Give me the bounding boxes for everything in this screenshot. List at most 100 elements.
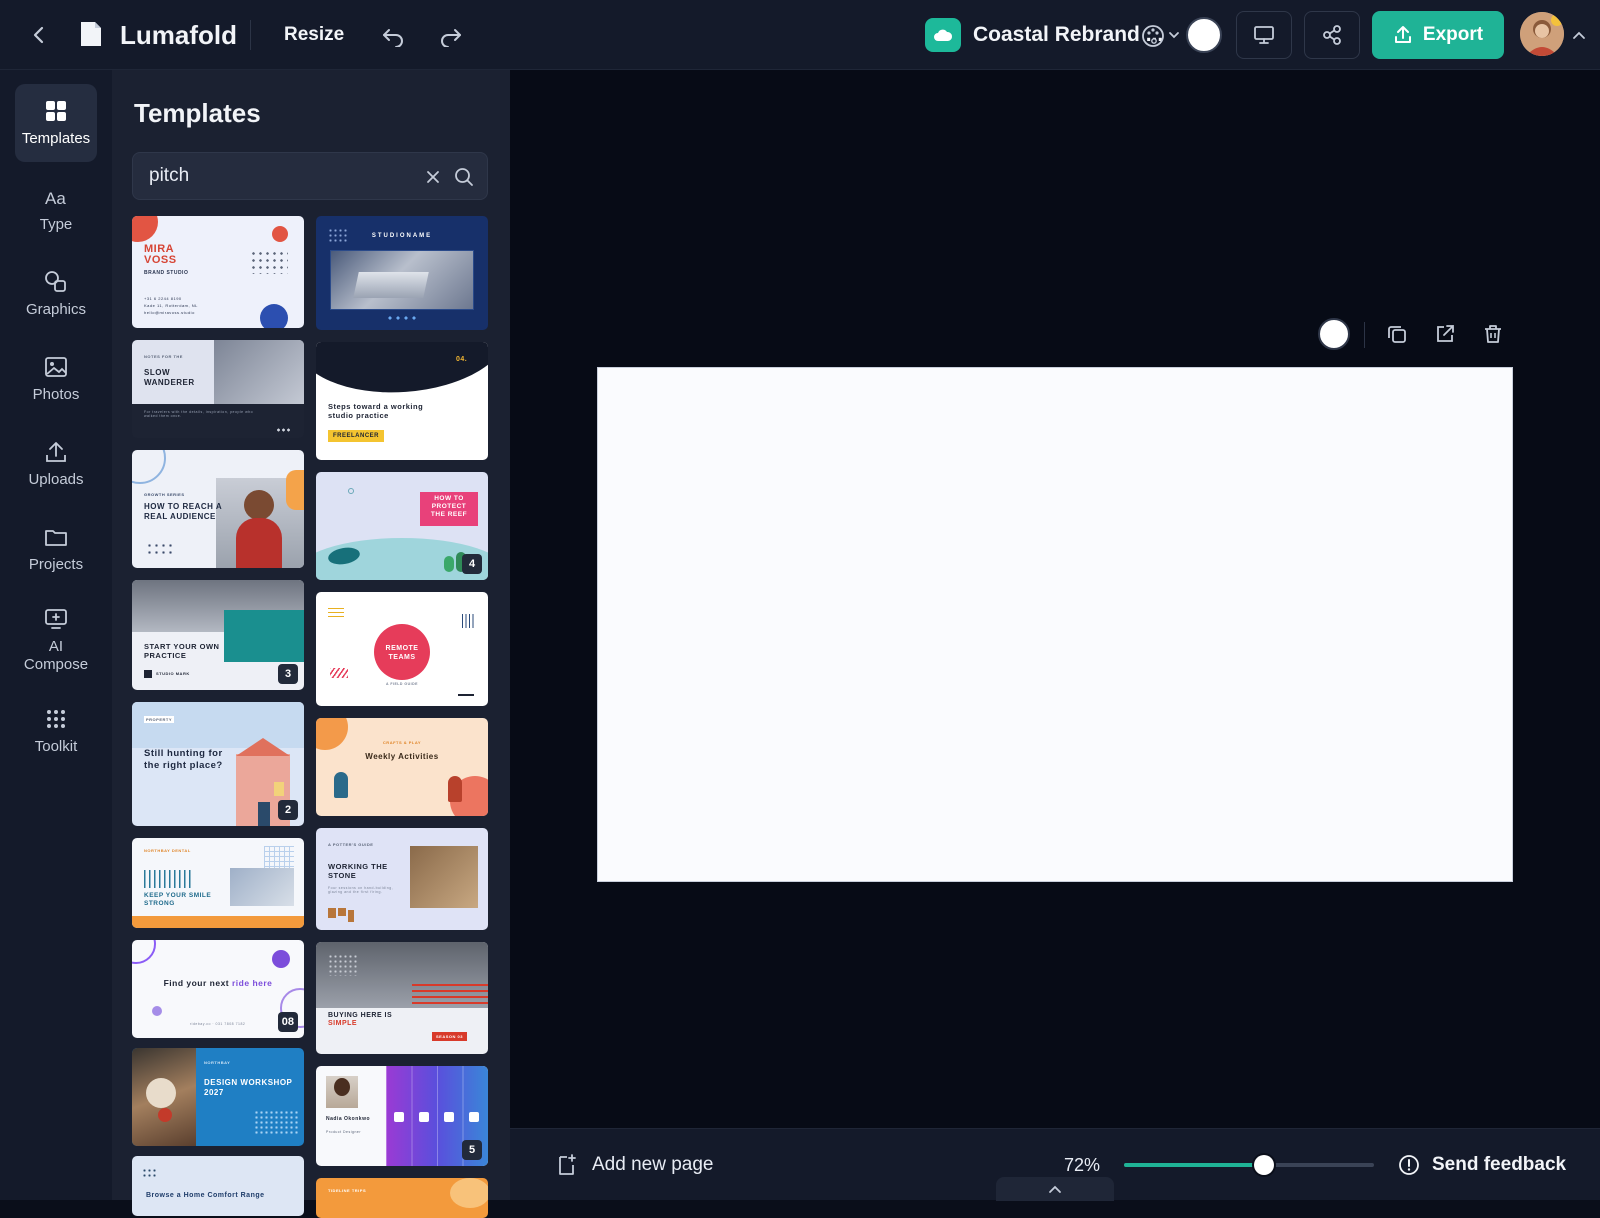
template-kicker: NORTHBAY DENTAL — [144, 848, 191, 853]
template-title: BUYING HERE IS — [328, 1012, 393, 1019]
back-icon[interactable] — [22, 18, 56, 52]
zoom-slider[interactable] — [1124, 1155, 1374, 1175]
sidebar-item-ai-compose[interactable]: AI Compose — [15, 594, 97, 686]
export-button[interactable]: Export — [1372, 11, 1504, 59]
template-card[interactable]: A POTTER'S GUIDE WORKING THE STONE Four … — [316, 828, 488, 930]
sidebar-item-label: Toolkit — [34, 738, 78, 755]
template-text: STUDIO MARK — [156, 671, 190, 676]
template-title: Weekly Activities — [365, 752, 439, 761]
template-kicker: A POTTER'S GUIDE — [328, 842, 374, 847]
template-text: +31 6 2244 8190 — [144, 296, 182, 301]
template-title: SLOW WANDERER — [144, 368, 195, 387]
template-tag: SEASON 03 — [432, 1032, 467, 1041]
zoom-slider-thumb[interactable] — [1254, 1155, 1274, 1175]
project-title[interactable]: Coastal Rebrand ... — [973, 16, 1163, 54]
document-icon — [78, 20, 104, 48]
duplicate-icon[interactable] — [1382, 319, 1412, 349]
sidebar-item-templates[interactable]: Templates — [15, 84, 97, 162]
folder-icon — [45, 530, 67, 546]
grid-icon — [46, 101, 66, 121]
divider — [250, 20, 251, 50]
add-page-button[interactable]: Add new page — [556, 1147, 714, 1183]
sidebar-item-label: Type — [39, 216, 73, 233]
template-text: For travelers with the details, inspirat… — [144, 410, 254, 418]
template-title: REMOTE TEAMS — [385, 645, 419, 661]
template-card[interactable]: REMOTE TEAMS A FIELD GUIDE — [316, 592, 488, 706]
template-card[interactable]: Nadia Okonkwo Product Designer 5 — [316, 1066, 488, 1166]
template-card[interactable]: NORTHBAY DESIGN WORKSHOP 2027 — [132, 1048, 304, 1146]
template-title-accent: ride here — [232, 978, 273, 988]
template-card[interactable]: MIRA VOSS BRAND STUDIO +31 6 2244 8190 K… — [132, 216, 304, 328]
template-card[interactable]: CRAFTS & PLAY Weekly Activities — [316, 718, 488, 816]
send-feedback-button[interactable]: Send feedback — [1398, 1147, 1566, 1183]
dots-grid-icon — [47, 710, 65, 728]
template-tag: FREELANCER — [328, 430, 385, 442]
sidebar-item-label: Projects — [28, 556, 84, 573]
close-icon[interactable] — [423, 167, 443, 187]
upload-icon — [46, 442, 66, 462]
sidebar-item-toolkit[interactable]: Toolkit — [15, 692, 97, 770]
cloud-icon[interactable] — [925, 18, 961, 52]
avatar[interactable] — [1520, 12, 1564, 56]
sidebar-item-label: Uploads — [28, 471, 84, 488]
sidebar-rail: Templates Aa Type Graphics Photos Upload… — [0, 70, 112, 1200]
bottom-bar: Add new page 72% Send feedback — [510, 1128, 1600, 1201]
template-card[interactable]: BUYING HERE IS SIMPLE SEASON 03 — [316, 942, 488, 1054]
template-kicker: NORTHBAY — [204, 1060, 231, 1065]
add-page-icon — [559, 1154, 576, 1175]
template-title: Find your next — [163, 978, 232, 988]
upload-icon — [1394, 26, 1411, 43]
template-title-accent: SIMPLE — [328, 1020, 358, 1027]
svg-text:Aa: Aa — [45, 189, 66, 208]
sidebar-item-type[interactable]: Aa Type — [15, 170, 97, 248]
sidebar-item-uploads[interactable]: Uploads — [15, 425, 97, 503]
template-title: Steps toward a working studio practice — [328, 402, 424, 420]
undo-icon[interactable] — [376, 20, 410, 52]
color-swatch[interactable] — [1318, 318, 1350, 350]
search-value: pitch — [149, 165, 190, 186]
design-page[interactable] — [597, 367, 1513, 882]
template-number: 04. — [456, 356, 468, 363]
top-bar: Lumafold Resize Coastal Rebrand ... Expo… — [0, 0, 1600, 70]
trash-icon[interactable] — [1478, 319, 1508, 349]
template-card[interactable]: 04. Steps toward a working studio practi… — [316, 342, 488, 460]
share-icon[interactable] — [1304, 11, 1360, 59]
type-icon: Aa — [45, 189, 66, 208]
template-card[interactable]: NOTES FOR THE SLOW WANDERER For traveler… — [132, 340, 304, 438]
palette-icon[interactable] — [1140, 22, 1182, 50]
chevron-up-icon — [1049, 1185, 1061, 1193]
page-strip-toggle[interactable] — [996, 1177, 1114, 1201]
template-text: ridebay.co · 031 7808 7182 — [190, 1022, 246, 1026]
search-input[interactable]: pitch — [132, 152, 488, 200]
sidebar-item-projects[interactable]: Projects — [15, 510, 97, 588]
template-title: WORKING THE STONE — [328, 862, 388, 880]
template-card[interactable]: NORTHBAY DENTAL KEEP YOUR SMILE STRONG — [132, 838, 304, 928]
app-name[interactable]: Lumafold — [120, 16, 237, 54]
redo-icon[interactable] — [434, 20, 468, 52]
present-icon[interactable] — [1236, 11, 1292, 59]
template-card[interactable]: Browse a Home Comfort Range — [132, 1156, 304, 1216]
template-card[interactable]: PROPERTY Still hunting for the right pla… — [132, 702, 304, 826]
template-title: Nadia Okonkwo — [326, 1116, 371, 1122]
sidebar-item-photos[interactable]: Photos — [15, 340, 97, 418]
chevron-up-icon[interactable] — [1568, 24, 1590, 46]
template-card[interactable]: START YOUR OWN PRACTICE STUDIO MARK 3 — [132, 580, 304, 690]
ai-compose-icon — [45, 609, 67, 629]
template-card[interactable]: TIDELINE TRIPS — [316, 1178, 488, 1218]
search-icon[interactable] — [453, 166, 475, 188]
color-swatch[interactable] — [1186, 17, 1222, 53]
template-card[interactable]: Find your next ride here ridebay.co · 03… — [132, 940, 304, 1038]
open-new-icon[interactable] — [1430, 319, 1460, 349]
resize-button[interactable]: Resize — [270, 18, 358, 52]
template-kicker: CRAFTS & PLAY — [382, 740, 422, 745]
divider — [1364, 322, 1365, 348]
template-card[interactable]: HOW TO PROTECT THE REEF 4 — [316, 472, 488, 580]
template-title: DESIGN WORKSHOP 2027 — [204, 1078, 293, 1097]
template-title: STUDIONAME — [371, 233, 433, 239]
sidebar-item-graphics[interactable]: Graphics — [15, 255, 97, 333]
sidebar-item-label: Photos — [32, 386, 80, 403]
export-label: Export — [1422, 24, 1484, 45]
alert-circle-icon — [1399, 1155, 1419, 1175]
template-card[interactable]: GROWTH SERIES HOW TO REACH A REAL AUDIEN… — [132, 450, 304, 568]
template-card[interactable]: STUDIONAME — [316, 216, 488, 330]
